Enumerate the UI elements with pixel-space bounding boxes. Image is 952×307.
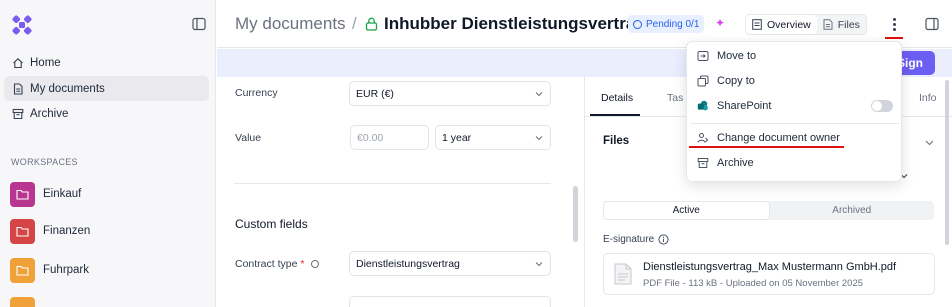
- workspace-label: Finanzen: [43, 225, 91, 237]
- workspace-label: Einkauf: [43, 188, 82, 200]
- value-label: Value: [235, 132, 262, 144]
- menu-item-archive[interactable]: Archive: [687, 151, 903, 175]
- right-panel-scrollbar[interactable]: [945, 80, 949, 245]
- lock-icon: [365, 17, 378, 31]
- menu-item-copy-to[interactable]: Copy to: [687, 69, 903, 93]
- workspaces-heading: WORKSPACES: [11, 157, 78, 167]
- sidebar-item-label: Home: [30, 56, 61, 69]
- breadcrumb-my-documents[interactable]: My documents: [235, 14, 346, 34]
- workspace-item-fuhrpark[interactable]: Fuhrpark: [10, 257, 89, 283]
- info-icon[interactable]: [311, 260, 320, 269]
- more-options-icon[interactable]: [886, 12, 902, 36]
- move-icon: [697, 51, 709, 61]
- currency-value: EUR (€): [356, 87, 394, 100]
- menu-divider: [691, 123, 899, 124]
- sharepoint-toggle[interactable]: [871, 100, 893, 112]
- folder-icon: [10, 181, 35, 207]
- view-overview-button[interactable]: Overview: [746, 15, 817, 34]
- folder-icon: [10, 257, 35, 283]
- status-text: Pending 0/1: [646, 18, 700, 30]
- view-switcher: Overview Files: [745, 14, 867, 35]
- sidebar: Home My documents Archive WORKSPACES Ein…: [0, 0, 216, 307]
- annotation-underline: [689, 146, 844, 148]
- chevron-down-icon: [535, 136, 543, 141]
- workspace-label: Fuhrpark: [43, 264, 90, 276]
- menu-item-label: Copy to: [717, 75, 755, 87]
- sidebar-item-my-documents[interactable]: My documents: [4, 76, 209, 101]
- menu-item-label: Archive: [717, 157, 754, 169]
- workspace-item-partial[interactable]: [10, 296, 43, 307]
- chevron-down-icon[interactable]: [925, 138, 934, 147]
- file-card[interactable]: Dienstleistungsvertrag_Max Mustermann Gm…: [603, 253, 935, 295]
- workspace-item-finanzen[interactable]: Finanzen: [10, 218, 90, 244]
- file-filter-toggle: Active Archived: [603, 201, 934, 220]
- ai-sparkle-icon[interactable]: ✦: [715, 16, 725, 30]
- tab-details[interactable]: Details: [601, 92, 633, 104]
- contract-type-select[interactable]: Dienstleistungsvertrag: [349, 251, 551, 276]
- sidebar-collapse-icon[interactable]: [192, 17, 206, 31]
- currency-select[interactable]: EUR (€): [349, 81, 551, 106]
- sidebar-item-archive[interactable]: Archive: [4, 101, 209, 126]
- currency-label: Currency: [235, 87, 278, 99]
- pdf-file-icon: [614, 263, 632, 285]
- menu-item-label: SharePoint: [717, 100, 772, 112]
- copy-icon: [697, 75, 709, 87]
- menu-item-move-to[interactable]: Move to: [687, 44, 903, 68]
- overview-icon: [752, 19, 762, 30]
- tab-info[interactable]: Info: [919, 92, 937, 104]
- filter-active-button[interactable]: Active: [603, 201, 770, 220]
- file-meta: PDF File - 113 kB - Uploaded on 05 Novem…: [643, 278, 864, 289]
- period-value: 1 year: [442, 131, 472, 144]
- archive-icon: [697, 158, 709, 168]
- info-icon[interactable]: [658, 234, 669, 245]
- sidebar-item-label: Archive: [30, 107, 69, 120]
- home-icon: [12, 57, 24, 69]
- file-name[interactable]: Dienstleistungsvertrag_Max Mustermann Gm…: [643, 261, 896, 273]
- folder-icon: [10, 296, 35, 307]
- archive-icon: [12, 108, 24, 120]
- view-files-button[interactable]: Files: [817, 15, 866, 34]
- panel-divider: [584, 77, 585, 307]
- clock-icon: [633, 19, 642, 29]
- sidebar-item-home[interactable]: Home: [4, 50, 209, 75]
- contract-type-label-text: Contract type: [235, 258, 298, 270]
- logo-icon[interactable]: [12, 15, 32, 35]
- sidebar-item-label: My documents: [30, 82, 105, 95]
- chevron-down-icon: [535, 92, 543, 97]
- files-icon: [823, 19, 833, 30]
- files-section-title: Files: [603, 135, 630, 147]
- status-badge[interactable]: Pending 0/1: [628, 15, 705, 33]
- contract-type-value: Dienstleistungsvertrag: [356, 257, 460, 270]
- annotation-underline: [885, 37, 903, 39]
- filter-archived-button[interactable]: Archived: [770, 201, 935, 220]
- form-scrollbar[interactable]: [573, 186, 578, 242]
- workspace-item-einkauf[interactable]: Einkauf: [10, 181, 81, 207]
- view-files-label: Files: [837, 18, 860, 31]
- folder-icon: [10, 218, 35, 244]
- chevron-down-icon: [535, 262, 543, 267]
- page-title: Inhubber Dienstleistungsvertrag: [384, 14, 646, 33]
- breadcrumb-separator: /: [352, 14, 357, 33]
- period-select[interactable]: 1 year: [435, 125, 551, 150]
- change-owner-icon: [697, 133, 709, 143]
- document-options-menu: Move to Copy to SharePoint Change docume…: [686, 41, 902, 182]
- custom-fields-title: Custom fields: [235, 217, 308, 231]
- esignature-heading: E-signature: [603, 234, 669, 245]
- view-overview-label: Overview: [767, 18, 811, 31]
- document-icon: [12, 82, 24, 95]
- value-placeholder: €0.00: [357, 131, 384, 144]
- menu-item-label: Change document owner: [717, 132, 840, 144]
- menu-item-label: Move to: [717, 50, 757, 62]
- right-panel-toggle-icon[interactable]: [925, 17, 939, 31]
- contract-type-label: Contract type *: [235, 258, 320, 270]
- value-input[interactable]: €0.00: [350, 125, 429, 150]
- menu-item-sharepoint[interactable]: SharePoint: [687, 94, 903, 118]
- next-field-select[interactable]: [349, 296, 551, 307]
- section-divider: [234, 183, 551, 184]
- esignature-label: E-signature: [603, 234, 655, 245]
- sharepoint-icon: [697, 100, 708, 111]
- required-mark: *: [300, 258, 305, 270]
- tab-tasks[interactable]: Tas: [667, 92, 683, 104]
